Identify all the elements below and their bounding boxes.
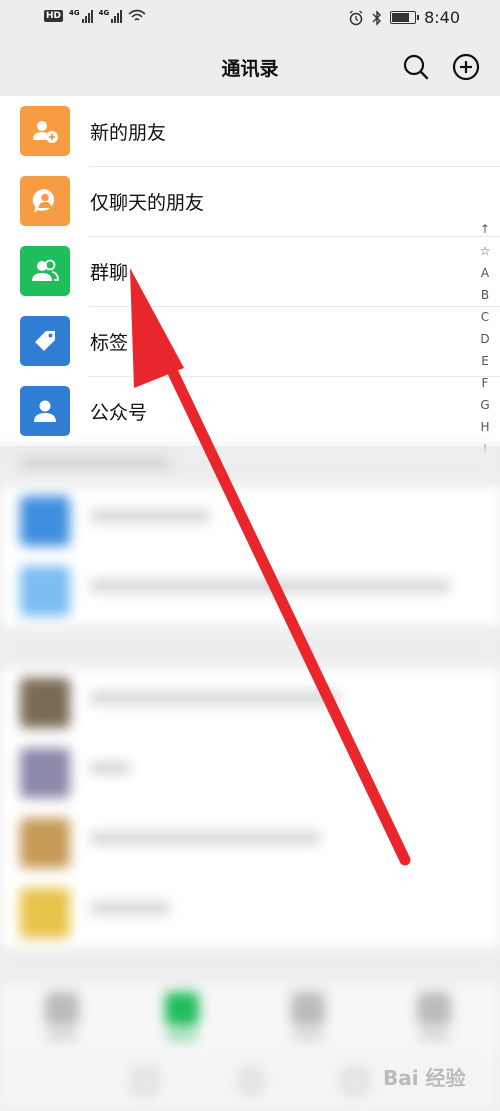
section-header bbox=[0, 948, 500, 984]
new-friends-item[interactable]: 新的朋友 bbox=[0, 96, 500, 166]
index-letter[interactable]: F bbox=[475, 372, 495, 394]
list-item bbox=[0, 668, 500, 738]
signal-icon: 4G bbox=[69, 9, 93, 23]
contacts-header: 通讯录 bbox=[0, 38, 500, 96]
index-letter[interactable]: A bbox=[475, 262, 495, 284]
status-bar: HD 4G 4G 8:40 bbox=[0, 0, 500, 38]
new-friends-label: 新的朋友 bbox=[90, 122, 167, 144]
search-icon[interactable] bbox=[401, 52, 431, 82]
index-star[interactable]: ☆ bbox=[475, 240, 495, 262]
list-item bbox=[0, 556, 500, 626]
tab-bar bbox=[0, 984, 500, 1054]
blurred-rows bbox=[0, 668, 500, 948]
index-letter[interactable]: E bbox=[475, 350, 495, 372]
signal-icon: 4G bbox=[99, 9, 123, 23]
battery-icon bbox=[390, 11, 420, 24]
list-item bbox=[0, 486, 500, 556]
system-indicators: 8:40 bbox=[348, 8, 460, 27]
index-letter[interactable]: G bbox=[475, 394, 495, 416]
list-item bbox=[0, 808, 500, 878]
wifi-icon bbox=[128, 9, 146, 21]
tab-contacts bbox=[152, 992, 212, 1040]
alarm-icon bbox=[349, 9, 363, 25]
function-entry-list: 新的朋友 仅聊天的朋友 群聊 标签 公众号 bbox=[0, 96, 500, 446]
tab-me bbox=[404, 992, 464, 1040]
list-item bbox=[0, 878, 500, 948]
tab-discover bbox=[278, 992, 338, 1040]
group-chats-item[interactable]: 群聊 bbox=[0, 236, 500, 306]
alphabet-index[interactable]: ↑ ☆ A B C D E F G H I bbox=[475, 218, 495, 460]
bluetooth-icon bbox=[372, 9, 382, 26]
list-item bbox=[0, 738, 500, 808]
index-letter[interactable]: C bbox=[475, 306, 495, 328]
index-letter[interactable]: H bbox=[475, 416, 495, 438]
section-header bbox=[0, 446, 500, 486]
blurred-rows bbox=[0, 486, 500, 626]
index-up-icon[interactable]: ↑ bbox=[475, 218, 495, 240]
index-letter[interactable]: B bbox=[475, 284, 495, 306]
clock-time: 8:40 bbox=[424, 8, 460, 27]
network-indicators: HD 4G 4G bbox=[44, 9, 146, 23]
official-account-icon bbox=[20, 386, 70, 436]
baidu-watermark: Bai 经验 bbox=[383, 1066, 466, 1090]
official-accounts-item[interactable]: 公众号 bbox=[0, 376, 500, 446]
chat-only-friend-icon bbox=[20, 176, 70, 226]
tag-icon bbox=[20, 316, 70, 366]
blurred-contacts-area bbox=[0, 446, 500, 1111]
hd-badge: HD bbox=[44, 10, 64, 22]
official-accounts-label: 公众号 bbox=[90, 402, 148, 424]
group-chat-icon bbox=[20, 246, 70, 296]
tags-label: 标签 bbox=[90, 332, 129, 354]
add-friend-icon bbox=[20, 106, 70, 156]
group-chats-label: 群聊 bbox=[90, 262, 129, 284]
tags-item[interactable]: 标签 bbox=[0, 306, 500, 376]
tab-chats bbox=[32, 992, 92, 1040]
index-letter[interactable]: D bbox=[475, 328, 495, 350]
add-circle-icon[interactable] bbox=[451, 52, 481, 82]
chat-only-friends-label: 仅聊天的朋友 bbox=[90, 192, 205, 214]
chat-only-friends-item[interactable]: 仅聊天的朋友 bbox=[0, 166, 500, 236]
section-header bbox=[0, 626, 500, 668]
